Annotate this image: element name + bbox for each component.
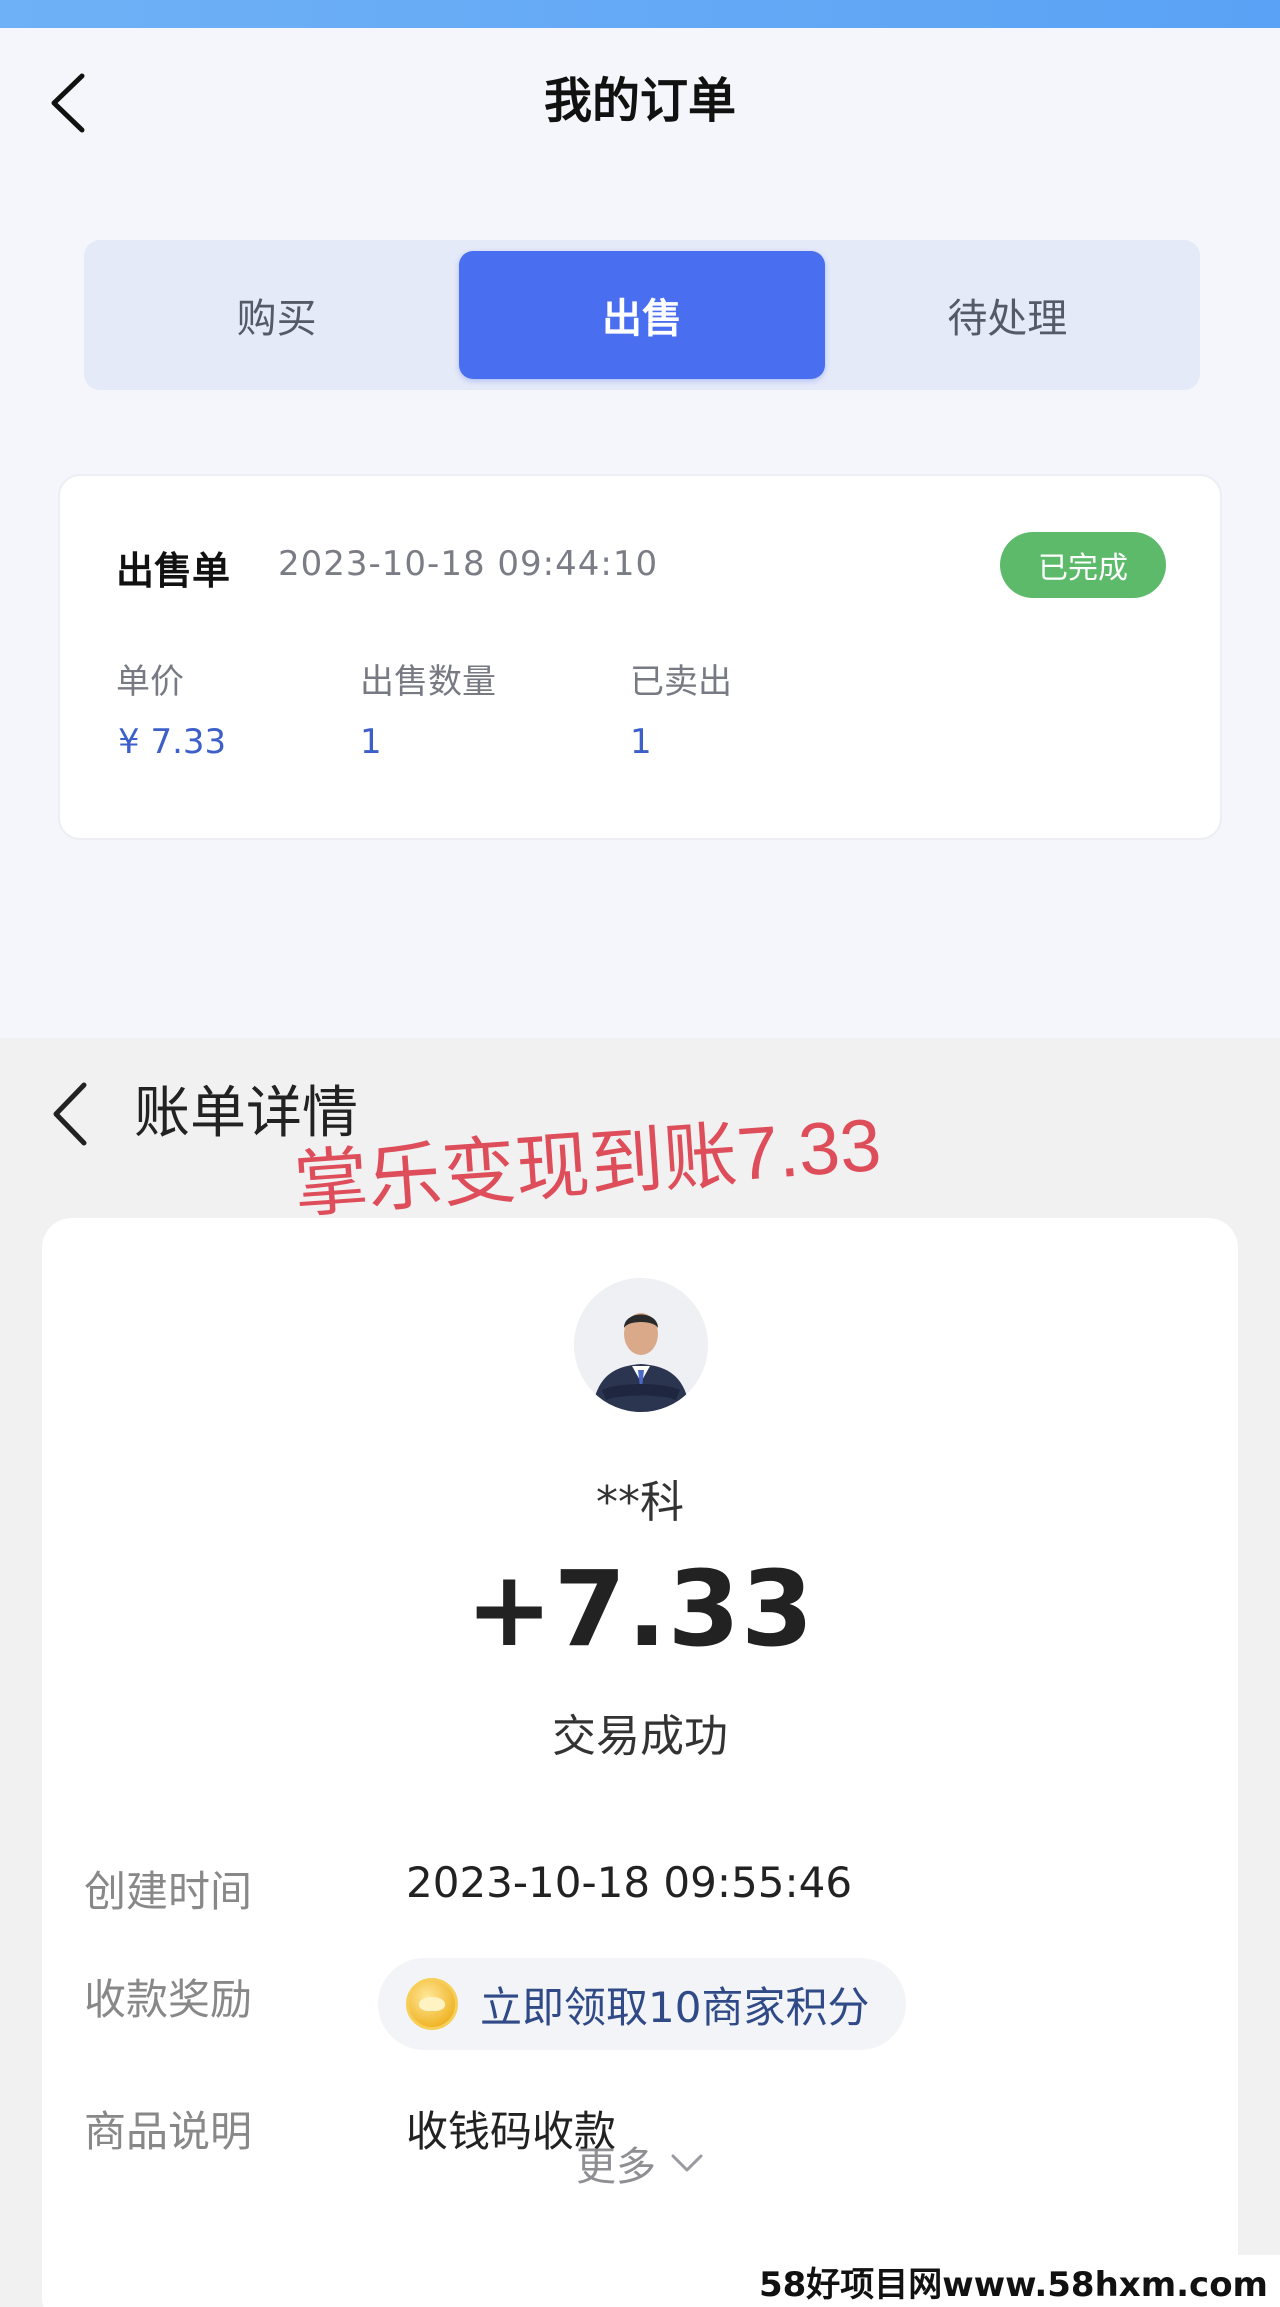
created-time-value: 2023-10-18 09:55:46	[406, 1858, 853, 1907]
sold-label: 已卖出	[630, 662, 732, 702]
overlay-caption: 掌乐变现到账7.33	[291, 1102, 884, 1227]
more-button[interactable]: 更多	[42, 2134, 1238, 2192]
status-badge: 已完成	[1000, 532, 1166, 598]
order-card[interactable]: 出售单 2023-10-18 09:44:10 已完成 单价 出售数量 已卖出 …	[58, 474, 1222, 840]
tab-buy[interactable]: 购买	[94, 251, 459, 379]
unit-price-value: ¥ 7.33	[118, 722, 227, 762]
tab-pending[interactable]: 待处理	[825, 251, 1190, 379]
amount: +7.33	[465, 1548, 815, 1670]
coin-icon	[406, 1978, 458, 2030]
reward-label: 收款奖励	[84, 1975, 253, 2024]
bill-detail-screen: 账单详情 **科 +7.33 交易成功 创建时间 2023-10-18 09:5…	[0, 1038, 1280, 2307]
more-label: 更多	[576, 2144, 656, 2190]
order-tabs: 购买 出售 待处理	[84, 240, 1200, 390]
bill-back-arrow-icon	[53, 1082, 87, 1146]
order-time: 2023-10-18 09:44:10	[278, 544, 659, 584]
orders-screen: 我的订单 购买 出售 待处理 出售单 2023-10-18 09:44:10 已…	[0, 0, 1280, 1038]
claim-points-button[interactable]: 立即领取10商家积分	[378, 1958, 906, 2050]
bill-back-button[interactable]	[40, 1074, 100, 1154]
unit-price-label: 单价	[116, 662, 184, 702]
sold-value: 1	[630, 722, 652, 762]
order-type: 出售单	[116, 549, 231, 593]
created-time-label: 创建时间	[84, 1867, 253, 1916]
bill-card: **科 +7.33 交易成功 创建时间 2023-10-18 09:55:46 …	[42, 1218, 1238, 2307]
chevron-down-icon	[671, 2154, 703, 2172]
tab-sell[interactable]: 出售	[459, 251, 825, 379]
sell-quantity-value: 1	[360, 722, 382, 762]
page-title: 我的订单	[543, 73, 736, 129]
status-bar-strip	[0, 0, 1280, 28]
payer-name: **科	[596, 1477, 684, 1528]
page: 我的订单 购买 出售 待处理 出售单 2023-10-18 09:44:10 已…	[0, 0, 1280, 2307]
claim-points-text: 立即领取10商家积分	[480, 1982, 870, 2032]
trade-status: 交易成功	[552, 1711, 728, 1762]
avatar-portrait-icon	[574, 1278, 708, 1412]
sell-quantity-label: 出售数量	[360, 662, 496, 702]
site-watermark: 58好项目网www.58hxm.com	[746, 2255, 1280, 2307]
avatar	[574, 1278, 708, 1412]
